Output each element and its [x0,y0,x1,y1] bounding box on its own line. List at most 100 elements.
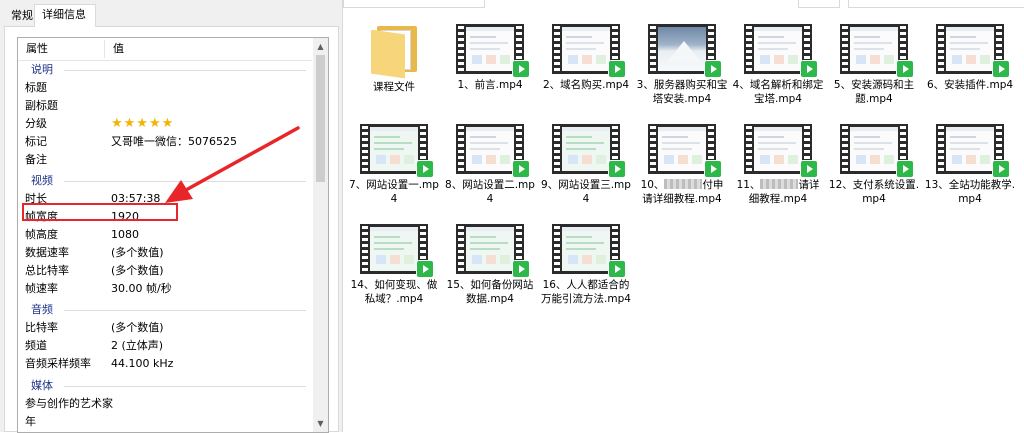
row-comments[interactable]: 备注 [18,151,312,169]
file-name: 4、域名解析和绑定宝塔.mp4 [732,79,824,105]
video-file-item[interactable]: 7、网站设置一.mp4 [348,124,440,206]
column-header-value[interactable]: 值 [113,38,124,60]
play-badge-icon [608,60,626,78]
property-name: 参与创作的艺术家 [25,397,113,410]
video-file-item[interactable]: 11、 请详细教程.mp4 [732,124,824,206]
video-thumbnail [648,124,722,178]
vertical-scrollbar[interactable]: ▲ ▼ [313,38,328,432]
file-name: 3、服务器购买和宝塔安装.mp4 [636,79,728,105]
video-thumbnail [840,124,914,178]
property-name: 备注 [25,153,47,166]
file-name: 14、如何变现、做私域？.mp4 [350,279,438,305]
video-thumbnail [552,24,626,78]
row-rating[interactable]: 分级 ★★★★★ [18,115,312,133]
properties-dialog: 常规 详细信息 属性 值 说明 标题 副标题 分级 ★★★★★ 标记 又哥唯一微… [0,0,343,433]
property-name: 标题 [25,81,47,94]
video-thumbnail [552,224,626,278]
row-frame-rate[interactable]: 帧速率 30.00 帧/秒 [18,280,312,298]
property-value: 又哥唯一微信：5076525 [111,135,237,148]
search-box[interactable] [848,0,1024,8]
video-thumbnail [456,24,530,78]
play-badge-icon [608,160,626,178]
play-badge-icon [416,160,434,178]
video-thumbnail [360,224,434,278]
row-title[interactable]: 标题 [18,79,312,97]
tab-strip: 常规 详细信息 [0,0,343,27]
row-channels[interactable]: 频道 2 (立体声) [18,337,312,355]
row-tags[interactable]: 标记 又哥唯一微信：5076525 [18,133,312,151]
row-subtitle[interactable]: 副标题 [18,97,312,115]
video-file-item[interactable]: 4、域名解析和绑定宝塔.mp4 [732,24,824,106]
file-name: 11、 请详细教程.mp4 [736,179,820,205]
play-badge-icon [512,260,530,278]
play-badge-icon [512,160,530,178]
scroll-down-icon[interactable]: ▼ [313,415,328,432]
play-badge-icon [896,160,914,178]
group-title: 说明 [31,63,53,76]
video-file-item[interactable]: 14、如何变现、做私域？.mp4 [348,224,440,306]
video-thumbnail [936,24,1010,78]
video-file-item[interactable]: 13、全站功能教学.mp4 [924,124,1016,206]
property-name: 副标题 [25,99,58,112]
video-file-item[interactable]: 12、支付系统设置.mp4 [828,124,920,206]
row-audio-bitrate[interactable]: 比特率 (多个数值) [18,319,312,337]
property-name: 帧速率 [25,282,58,295]
file-name: 8、网站设置二.mp4 [445,179,535,205]
video-file-item[interactable]: 2、域名购买.mp4 [540,24,632,92]
file-name: 10、 付申请详细教程.mp4 [640,179,724,205]
video-thumbnail [744,24,818,78]
row-data-rate[interactable]: 数据速率 (多个数值) [18,244,312,262]
video-file-item[interactable]: 16、人人都适合的万能引流方法.mp4 [540,224,632,306]
property-name: 数据速率 [25,246,69,259]
tab-details[interactable]: 详细信息 [34,4,96,27]
property-value: 30.00 帧/秒 [111,282,172,295]
row-year[interactable]: 年 [18,413,312,431]
file-name: 12、支付系统设置.mp4 [828,179,920,205]
explorer-toolbar-edge [343,0,1024,8]
property-name: 比特率 [25,321,58,334]
scroll-up-icon[interactable]: ▲ [313,38,328,55]
property-list-header: 属性 值 [18,38,312,61]
video-thumbnail [744,124,818,178]
video-file-item[interactable]: 10、 付申请详细教程.mp4 [636,124,728,206]
video-file-item[interactable]: 6、安装插件.mp4 [924,24,1016,92]
folder-icon [371,24,417,79]
file-explorer: 课程文件 1、前言.mp4 2、域名购买.mp4 3、服务器购买和宝塔安装.mp4 4、… [343,0,1024,432]
video-file-item[interactable]: 15、如何备份网站数据.mp4 [444,224,536,306]
video-file-item[interactable]: 8、网站设置二.mp4 [444,124,536,206]
video-file-item[interactable]: 9、网站设置三.mp4 [540,124,632,206]
group-title: 音频 [31,303,53,316]
file-name: 16、人人都适合的万能引流方法.mp4 [541,279,631,305]
group-divider [64,310,306,311]
video-thumbnail [648,24,722,78]
property-value: 44.100 kHz [111,357,174,370]
group-description: 说明 [18,61,312,79]
redacted-text [760,179,799,189]
details-panel: 属性 值 说明 标题 副标题 分级 ★★★★★ 标记 又哥唯一微信：507652… [4,26,339,433]
folder-item[interactable]: 课程文件 [348,24,440,94]
column-header-name[interactable]: 属性 [26,38,48,60]
video-thumbnail [552,124,626,178]
video-thumbnail [456,224,530,278]
property-list[interactable]: 属性 值 说明 标题 副标题 分级 ★★★★★ 标记 又哥唯一微信：507652… [17,37,329,433]
row-contributing-artists[interactable]: 参与创作的艺术家 [18,395,312,413]
row-sample-rate[interactable]: 音频采样频率 44.100 kHz [18,355,312,373]
video-file-item[interactable]: 1、前言.mp4 [444,24,536,92]
duration-highlight-box [22,203,178,221]
file-name: 5、安装源码和主题.mp4 [833,79,915,105]
property-name: 频道 [25,339,47,352]
row-frame-height[interactable]: 帧高度 1080 [18,226,312,244]
video-file-item[interactable]: 3、服务器购买和宝塔安装.mp4 [636,24,728,106]
column-divider[interactable] [104,40,105,58]
redacted-text [664,179,703,189]
video-file-item[interactable]: 5、安装源码和主题.mp4 [828,24,920,106]
rating-stars-icon[interactable]: ★★★★★ [111,115,174,133]
scrollbar-thumb[interactable] [316,55,325,182]
play-badge-icon [800,160,818,178]
row-total-bitrate[interactable]: 总比特率 (多个数值) [18,262,312,280]
address-bar[interactable] [343,0,485,8]
file-name: 课程文件 [373,81,415,93]
group-media: 媒体 [18,377,312,395]
play-badge-icon [608,260,626,278]
refresh-button[interactable] [798,0,840,8]
